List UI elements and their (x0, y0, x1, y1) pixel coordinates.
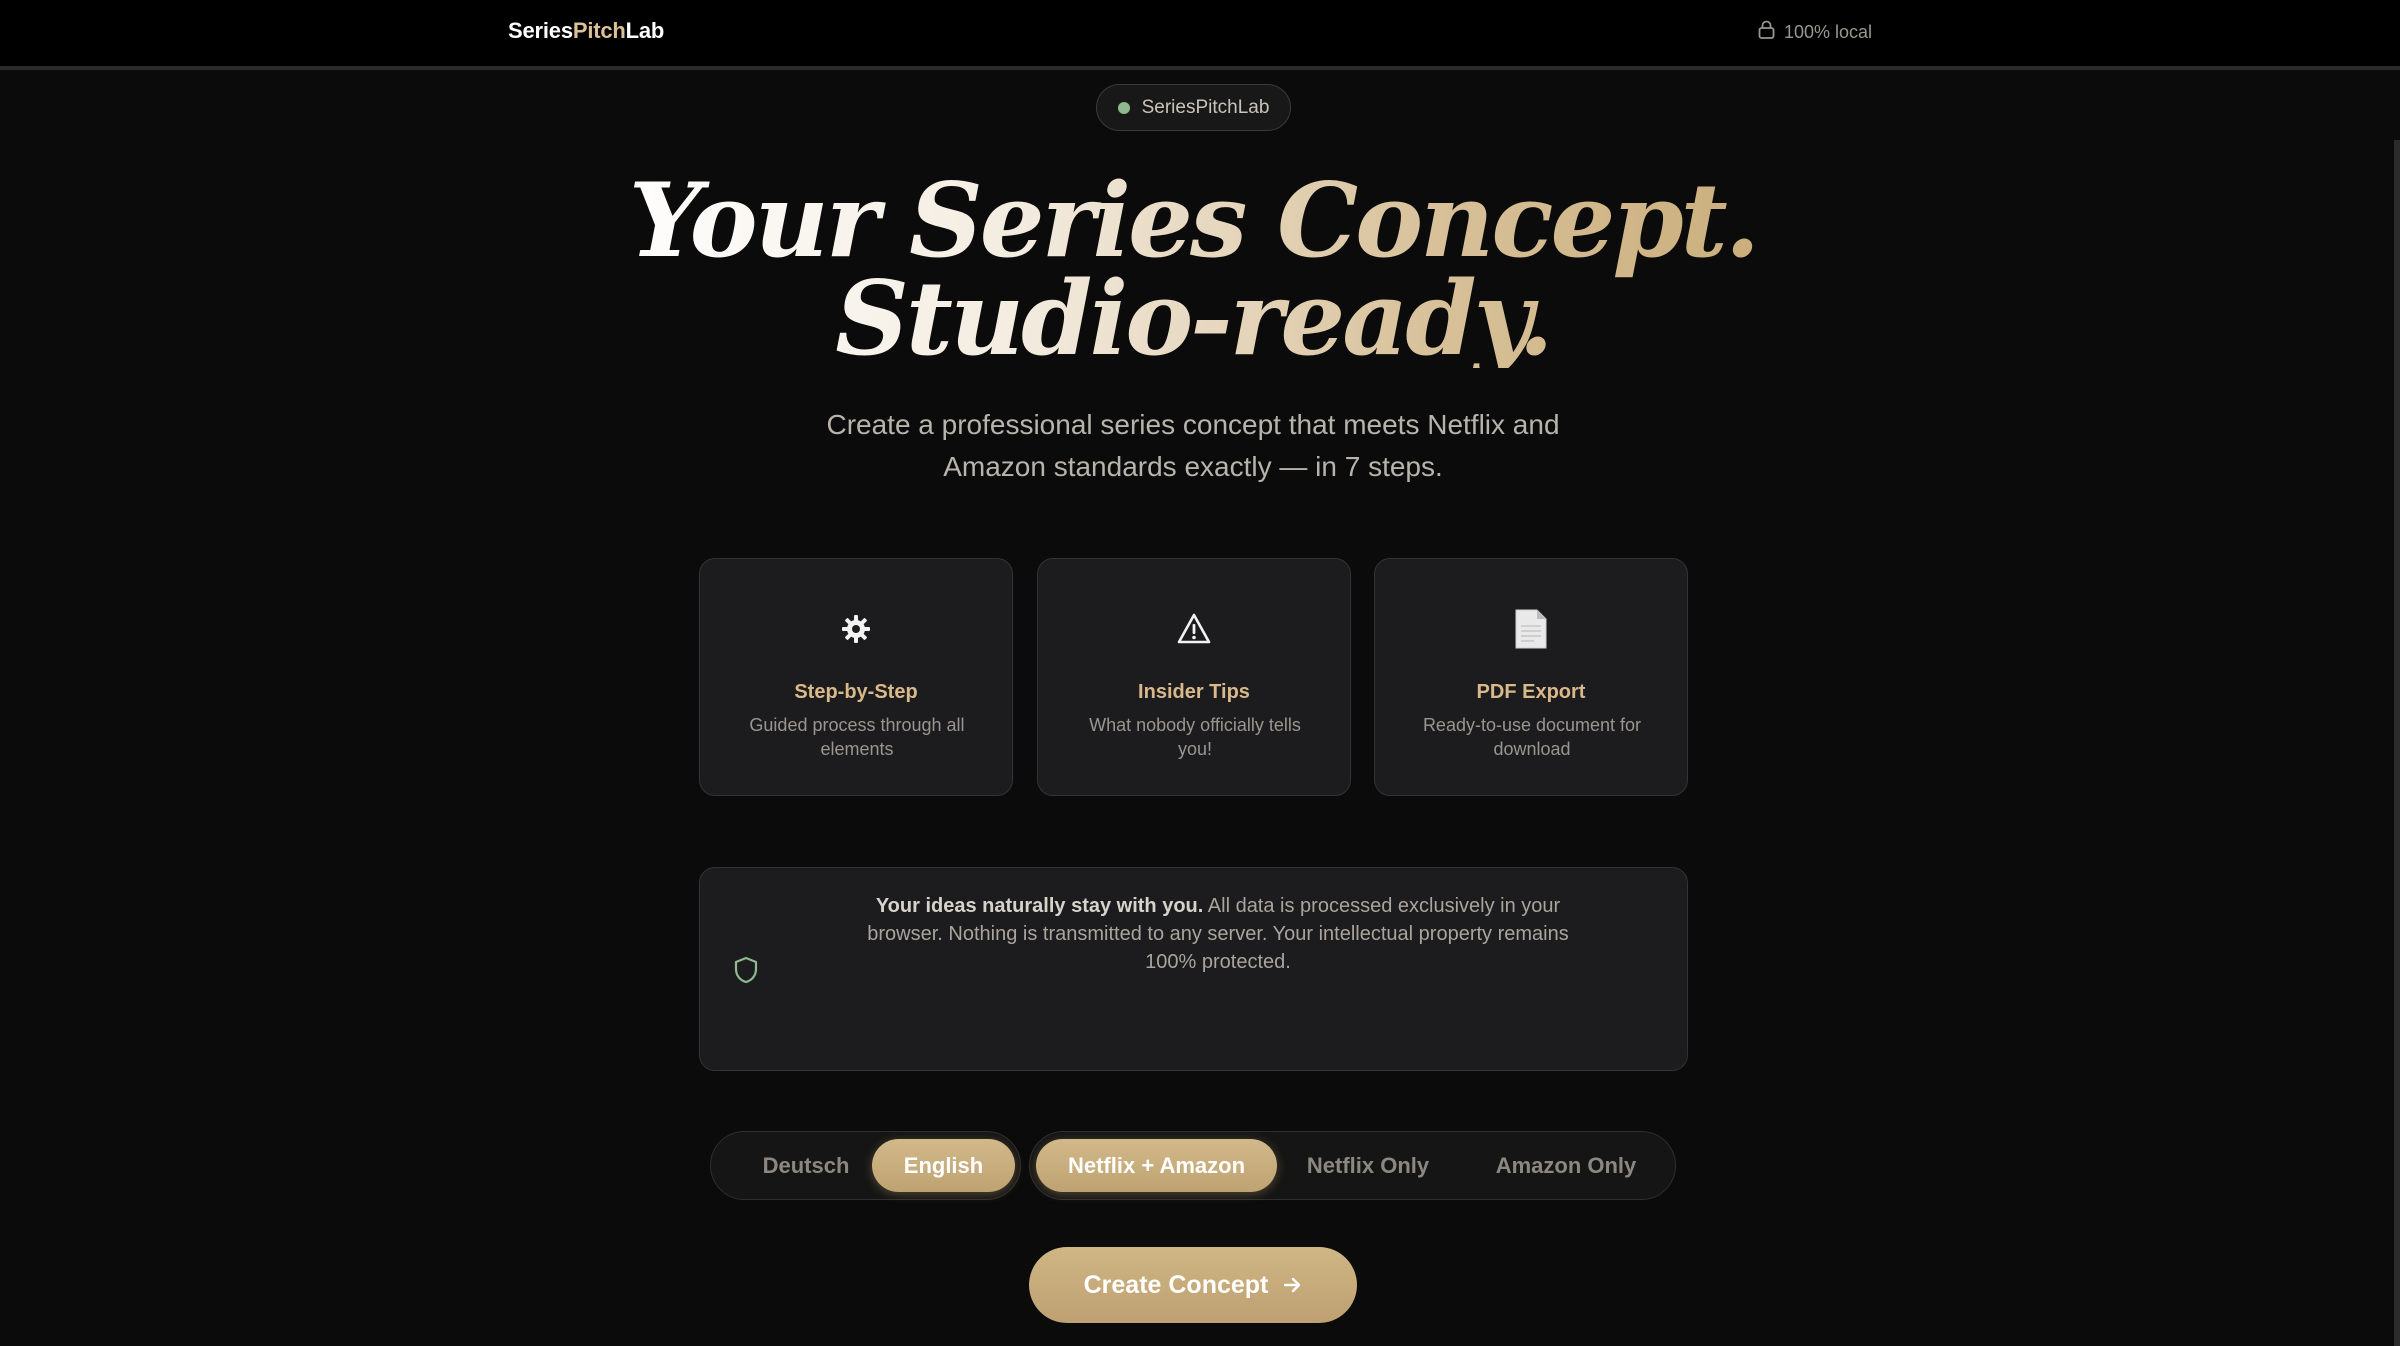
privacy-notice: Your ideas naturally stay with you. All … (699, 867, 1688, 1071)
feature-title: Step-by-Step (794, 681, 918, 703)
feature-description: Guided process through all elements (749, 715, 965, 759)
hero-title-line1: Your Series Concept. (628, 161, 1758, 281)
feature-card-pdf-export: PDF Export Ready-to-use document for dow… (1374, 558, 1688, 796)
scrollbar[interactable] (2394, 140, 2400, 1346)
feature-card-insider-tips: Insider Tips What nobody officially tell… (1037, 558, 1351, 796)
page: SeriesPitchLab 100% local SeriesPitchLab… (0, 0, 2400, 1346)
hero-title-line2: Studio-ready. (835, 259, 1551, 379)
brand-part-series: Series (508, 18, 573, 43)
privacy-text: Your ideas naturally stay with you. All … (846, 892, 1590, 976)
create-concept-label: Create Concept (1083, 1270, 1269, 1299)
feature-description: What nobody officially tells you! (1089, 715, 1301, 759)
top-nav: SeriesPitchLab 100% local (0, 0, 2400, 70)
platform-option-netflix-amazon[interactable]: Netflix + Amazon (1036, 1139, 1277, 1192)
feature-description: Ready-to-use document for download (1422, 715, 1642, 759)
product-badge: SeriesPitchLab (1096, 84, 1291, 131)
feature-title: Insider Tips (1138, 681, 1250, 703)
hero-subtitle: Create a professional series concept tha… (826, 409, 1560, 482)
create-concept-button[interactable]: Create Concept (1029, 1247, 1357, 1323)
feature-card-step-by-step: Step-by-Step Guided process through all … (699, 558, 1013, 796)
shield-icon (734, 956, 758, 989)
status-dot-icon (1117, 101, 1130, 114)
language-option-deutsch[interactable]: Deutsch (736, 1139, 876, 1192)
language-toggle: Deutsch English (710, 1131, 1021, 1200)
feature-title: PDF Export (1476, 681, 1586, 703)
warning-icon (1038, 607, 1350, 651)
privacy-text-bold: Your ideas naturally stay with you. (875, 895, 1204, 917)
platform-option-amazon-only[interactable]: Amazon Only (1476, 1139, 1656, 1192)
brand-part-pitch: Pitch (572, 18, 626, 43)
language-option-english[interactable]: English (872, 1139, 1015, 1192)
arrow-right-icon (1284, 1271, 1302, 1300)
brand-logo[interactable]: SeriesPitchLab (508, 18, 664, 44)
lock-icon (1758, 20, 1775, 44)
platform-option-netflix-only[interactable]: Netflix Only (1293, 1139, 1443, 1192)
local-status-label: 100% local (1784, 21, 1873, 42)
local-status: 100% local (1758, 20, 1872, 44)
product-badge-label: SeriesPitchLab (1141, 96, 1270, 118)
hero-title: Your Series Concept. Studio-ready. (600, 172, 1786, 368)
brand-part-lab: Lab (625, 18, 665, 43)
document-icon (1375, 607, 1687, 651)
gear-icon (700, 607, 1012, 651)
platform-toggle: Netflix + Amazon Netflix Only Amazon Onl… (1029, 1131, 1676, 1200)
